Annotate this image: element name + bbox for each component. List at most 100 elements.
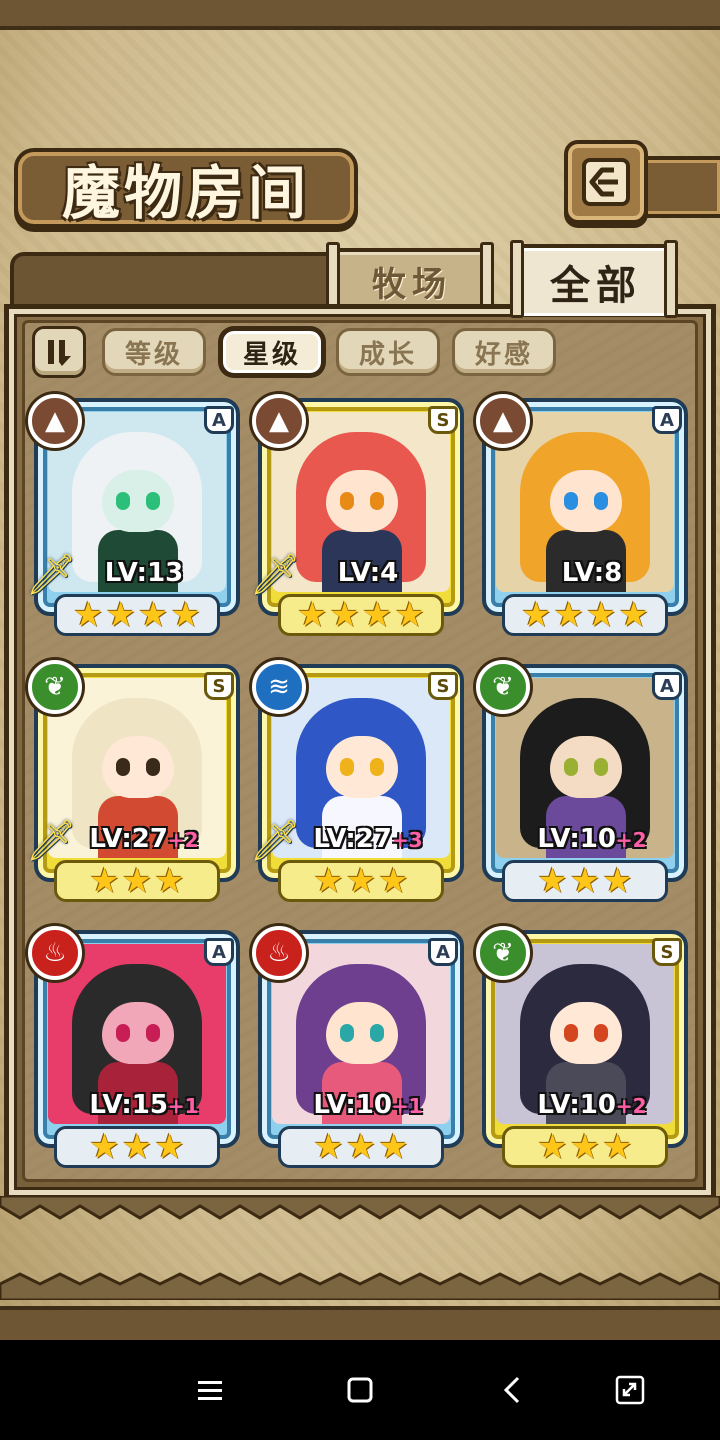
- monster-card[interactable]: S ≋ 🗡 LV:27+3 ★ ★ ★: [250, 660, 464, 904]
- filter-affection[interactable]: 好感: [452, 328, 556, 376]
- monster-level: LV:15+1: [64, 1090, 224, 1120]
- star-icon: ★: [138, 595, 169, 635]
- leaf-icon: ❦: [476, 660, 530, 714]
- level-text: LV:10: [537, 824, 616, 854]
- monster-card[interactable]: S ▲ 🗡 LV:4 ★ ★ ★ ★: [250, 394, 464, 638]
- level-text: LV:10: [313, 1090, 392, 1120]
- level-text: LV:27: [89, 824, 168, 854]
- star-rating: ★ ★ ★ ★: [502, 594, 668, 636]
- filter-growth-label: 成长: [358, 339, 417, 370]
- rarity-badge: A: [204, 938, 234, 966]
- mountain-icon: ▲: [252, 394, 306, 448]
- star-icon: ★: [121, 1127, 153, 1167]
- filter-level[interactable]: 等级: [102, 328, 206, 376]
- nav-fullscreen-button[interactable]: [600, 1370, 660, 1410]
- star-icon: ★: [569, 1127, 601, 1167]
- star-rating: ★ ★ ★: [502, 860, 668, 902]
- monster-level: LV:27+3: [288, 824, 448, 854]
- rarity-badge: A: [652, 672, 682, 700]
- star-icon: ★: [170, 595, 201, 635]
- nav-menu-button[interactable]: [180, 1370, 240, 1410]
- sort-toggle-button[interactable]: [32, 326, 86, 378]
- star-icon: ★: [553, 595, 584, 635]
- level-text: LV:10: [537, 1090, 616, 1120]
- tab-ranch[interactable]: 牧场: [332, 248, 492, 310]
- star-rating: ★ ★ ★ ★: [54, 594, 220, 636]
- flame-icon: ♨: [28, 926, 82, 980]
- filter-growth[interactable]: 成长: [336, 328, 440, 376]
- star-icon: ★: [602, 861, 633, 901]
- monster-card[interactable]: A ▲ LV:8 ★ ★ ★ ★: [476, 394, 688, 638]
- system-navigation-bar: [0, 1340, 720, 1440]
- star-icon: ★: [121, 861, 153, 901]
- star-rating: ★ ★ ★: [54, 860, 220, 902]
- tab-all-label: 全部: [550, 263, 642, 309]
- star-icon: ★: [105, 595, 136, 635]
- monster-level: LV:27+2: [64, 824, 224, 854]
- tab-post: [664, 240, 678, 318]
- bottom-frame: [0, 1306, 720, 1340]
- monster-card[interactable]: S ❦ LV:10+2 ★ ★ ★: [476, 926, 688, 1170]
- monster-level: LV:8: [512, 558, 672, 588]
- rarity-badge: A: [204, 406, 234, 434]
- back-icon: [503, 1376, 520, 1404]
- monster-card[interactable]: S ❦ 🗡 LV:27+2 ★ ★ ★: [26, 660, 240, 904]
- star-icon: ★: [362, 595, 393, 635]
- level-bonus: +2: [615, 1094, 647, 1118]
- star-icon: ★: [89, 1127, 120, 1167]
- level-bonus: +2: [167, 828, 199, 852]
- level-text: LV:13: [104, 558, 184, 588]
- monster-card[interactable]: A ♨ LV:15+1 ★ ★ ★: [28, 926, 240, 1170]
- filter-stars[interactable]: 星级: [220, 328, 324, 376]
- star-icon: ★: [586, 595, 617, 635]
- star-rating: ★ ★ ★: [54, 1126, 220, 1168]
- level-bonus: +3: [391, 828, 423, 852]
- star-icon: ★: [154, 861, 185, 901]
- back-arrow-icon: [582, 158, 630, 206]
- star-icon: ★: [569, 861, 601, 901]
- rarity-badge: A: [428, 938, 458, 966]
- star-rating: ★ ★ ★: [278, 860, 444, 902]
- star-icon: ★: [329, 595, 360, 635]
- tab-all[interactable]: 全部: [516, 244, 676, 316]
- star-icon: ★: [378, 1127, 409, 1167]
- mountain-icon: ▲: [476, 394, 530, 448]
- sort-toggle-icon: [48, 340, 71, 366]
- star-icon: ★: [378, 861, 409, 901]
- rarity-badge: S: [428, 672, 458, 700]
- level-bonus: +1: [391, 1094, 423, 1118]
- monster-card[interactable]: A ❦ LV:10+2 ★ ★ ★: [476, 660, 688, 904]
- nav-home-button[interactable]: [330, 1370, 390, 1410]
- monster-card[interactable]: A ♨ LV:10+1 ★ ★ ★: [252, 926, 464, 1170]
- top-frame: [0, 0, 720, 30]
- fullscreen-icon: [615, 1375, 645, 1405]
- tab-post: [326, 242, 340, 312]
- mountain-icon: ▲: [28, 394, 82, 448]
- monster-card[interactable]: A ▲ 🗡 LV:13 ★ ★ ★ ★: [26, 394, 240, 638]
- title-plaque: 魔物房间: [14, 148, 358, 228]
- nav-back-button[interactable]: [482, 1370, 542, 1410]
- tab-post: [480, 242, 494, 312]
- star-icon: ★: [73, 595, 104, 635]
- star-icon: ★: [537, 861, 568, 901]
- star-icon: ★: [89, 861, 120, 901]
- home-icon: [347, 1377, 373, 1403]
- page-title: 魔物房间: [61, 159, 310, 227]
- star-icon: ★: [345, 861, 377, 901]
- filter-level-label: 等级: [124, 339, 183, 370]
- game-screen: 魔物房间 牧场 全部 等级 星级 成长 好感 A ▲ 🗡 LV:13 ★ ★ ★…: [0, 0, 720, 1340]
- tab-post: [510, 240, 524, 318]
- level-bonus: +1: [167, 1094, 199, 1118]
- filter-stars-label: 星级: [242, 339, 301, 370]
- panel-back-tab-rail: [10, 252, 350, 312]
- back-button[interactable]: [564, 140, 648, 224]
- rarity-badge: S: [204, 672, 234, 700]
- star-rating: ★ ★ ★: [278, 1126, 444, 1168]
- level-text: LV:15: [89, 1090, 168, 1120]
- monster-level: LV:4: [288, 558, 448, 588]
- back-button-rail: [640, 156, 720, 218]
- star-rating: ★ ★ ★: [502, 1126, 668, 1168]
- rarity-badge: A: [652, 406, 682, 434]
- water-waves-icon: ≋: [252, 660, 306, 714]
- monster-level: LV:10+2: [512, 824, 672, 854]
